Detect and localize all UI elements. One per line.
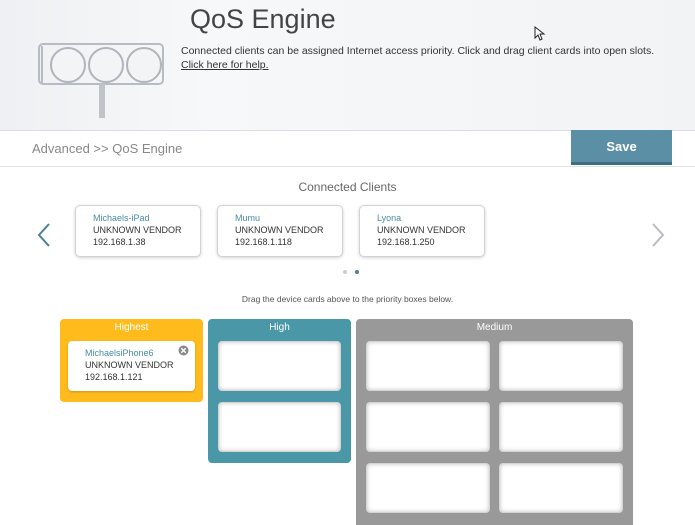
open-slot[interactable]: [366, 402, 490, 452]
chevron-right-icon[interactable]: [650, 222, 666, 248]
priority-label-highest: Highest: [114, 322, 149, 333]
client-vendor: UNKNOWN VENDOR: [235, 225, 324, 235]
page-title: QoS Engine: [190, 4, 336, 34]
client-ip: 192.168.1.38: [93, 237, 146, 247]
client-card[interactable]: Mumu UNKNOWN VENDOR 192.168.1.118: [217, 205, 343, 257]
assigned-client-card[interactable]: MichaelsiPhone6 UNKNOWN VENDOR 192.168.1…: [68, 341, 195, 391]
page-description: Connected clients can be assigned Intern…: [181, 45, 655, 71]
client-vendor: UNKNOWN VENDOR: [93, 225, 182, 235]
client-ip: 192.168.1.250: [377, 237, 435, 247]
breadcrumb: Advanced >> QoS Engine: [32, 141, 183, 156]
client-name: Mumu: [235, 213, 261, 223]
save-button[interactable]: Save: [571, 130, 672, 165]
open-slot[interactable]: [366, 341, 490, 391]
close-icon[interactable]: [178, 345, 189, 356]
client-vendor: UNKNOWN VENDOR: [85, 360, 174, 370]
client-card[interactable]: Lyona UNKNOWN VENDOR 192.168.1.250: [359, 205, 485, 257]
client-card[interactable]: Michaels-iPad UNKNOWN VENDOR 192.168.1.3…: [75, 205, 201, 257]
priority-box-high[interactable]: High: [208, 319, 351, 463]
priority-box-medium[interactable]: Medium: [356, 319, 633, 525]
client-ip: 192.168.1.118: [235, 237, 292, 247]
pager-dot-active[interactable]: [355, 270, 359, 274]
open-slot[interactable]: [499, 341, 623, 391]
connected-clients-title: Connected Clients: [298, 180, 397, 194]
priority-label-high: High: [269, 322, 290, 333]
open-slot[interactable]: [499, 463, 623, 513]
cursor-icon: [534, 26, 546, 41]
client-name: Lyona: [377, 213, 402, 223]
client-ip: 192.168.1.121: [85, 372, 143, 382]
priority-label-medium: Medium: [476, 322, 513, 333]
pager-dot[interactable]: [343, 270, 347, 274]
header-banner: QoS Engine Connected clients can be assi…: [0, 0, 695, 131]
client-vendor: UNKNOWN VENDOR: [377, 225, 466, 235]
drag-hint: Drag the device cards above to the prior…: [241, 294, 454, 304]
client-name: Michaels-iPad: [93, 213, 150, 223]
open-slot[interactable]: [499, 402, 623, 452]
open-slot[interactable]: [218, 341, 341, 391]
chevron-left-icon[interactable]: [36, 222, 52, 248]
open-slot[interactable]: [218, 402, 341, 452]
help-link[interactable]: Click here for help.: [181, 59, 269, 71]
open-slot[interactable]: [366, 463, 490, 513]
traffic-light-icon: [38, 43, 164, 118]
